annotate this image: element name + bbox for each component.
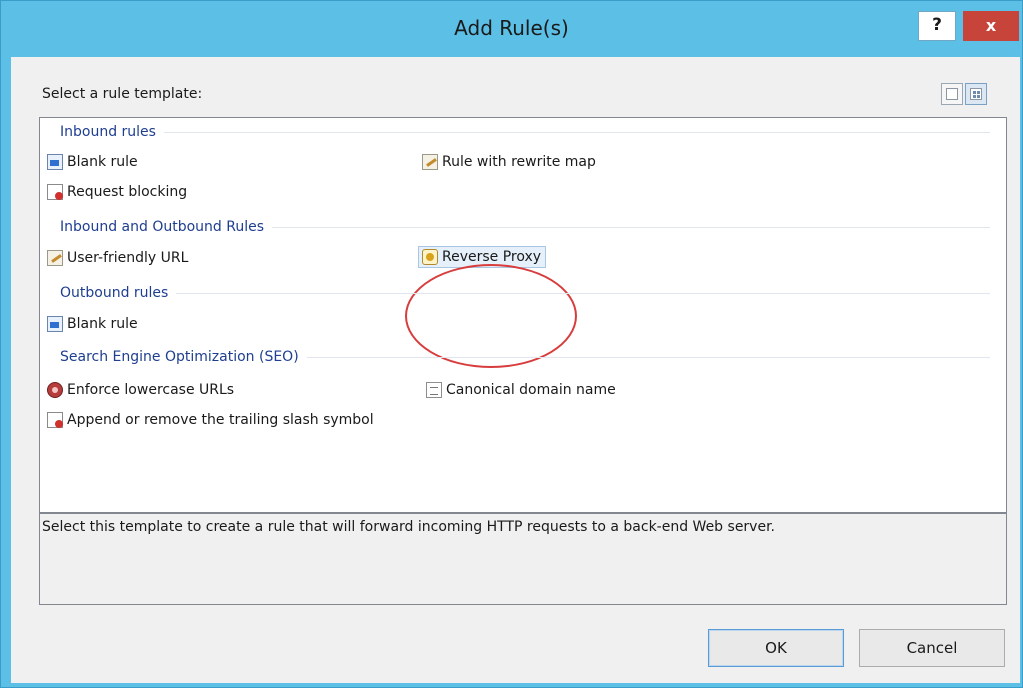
group-divider: [306, 356, 990, 358]
cancel-button[interactable]: Cancel: [859, 629, 1005, 667]
template-label: User-friendly URL: [67, 250, 189, 266]
rule-template-list[interactable]: Inbound rules Blank rule Rule with rewri…: [39, 117, 1007, 513]
group-divider: [163, 131, 990, 133]
list-view-icon: [946, 88, 958, 100]
tile-view-icon: [970, 88, 982, 100]
group-header-inbound: Inbound rules: [60, 124, 990, 140]
template-label: Rule with rewrite map: [442, 154, 596, 170]
template-label: Request blocking: [67, 184, 188, 200]
inbound-rule-icon: [47, 154, 63, 170]
group-header-label: Inbound rules: [60, 124, 156, 140]
template-user-friendly-url[interactable]: User-friendly URL: [47, 250, 188, 266]
dialog-title: Add Rule(s): [454, 16, 569, 40]
template-label: Enforce lowercase URLs: [67, 382, 235, 398]
reverse-proxy-icon: [422, 249, 438, 265]
outbound-rule-icon: [47, 316, 63, 332]
template-label: Blank rule: [67, 316, 138, 332]
group-header-label: Outbound rules: [60, 285, 169, 301]
rewrite-map-icon: [422, 154, 438, 170]
template-description-panel: Select this template to create a rule th…: [39, 513, 1007, 605]
group-header-label: Search Engine Optimization (SEO): [60, 349, 299, 365]
group-header-inbound-outbound: Inbound and Outbound Rules: [60, 219, 990, 235]
title-bar[interactable]: Add Rule(s) ? x: [1, 1, 1022, 57]
group-header-outbound: Outbound rules: [60, 285, 990, 301]
close-button[interactable]: x: [963, 11, 1019, 41]
group-divider: [272, 226, 990, 228]
template-enforce-lowercase-urls[interactable]: Enforce lowercase URLs: [47, 382, 234, 398]
user-friendly-url-icon: [47, 250, 63, 266]
template-request-blocking[interactable]: Request blocking: [47, 184, 187, 200]
template-rule-with-rewrite-map[interactable]: Rule with rewrite map: [422, 154, 596, 170]
canonical-domain-icon: [426, 382, 442, 398]
template-prompt: Select a rule template:: [42, 86, 203, 102]
template-canonical-domain-name[interactable]: Canonical domain name: [426, 382, 616, 398]
group-header-seo: Search Engine Optimization (SEO): [60, 349, 990, 365]
request-blocking-icon: [47, 184, 63, 200]
ok-button[interactable]: OK: [708, 629, 844, 667]
group-divider: [176, 292, 990, 294]
enforce-lowercase-icon: [47, 382, 63, 398]
group-header-label: Inbound and Outbound Rules: [60, 219, 265, 235]
template-blank-rule-outbound[interactable]: Blank rule: [47, 316, 138, 332]
template-trailing-slash[interactable]: Append or remove the trailing slash symb…: [47, 412, 374, 428]
trailing-slash-icon: [47, 412, 63, 428]
dialog-body: Select a rule template: Inbound rules Bl…: [11, 57, 1020, 683]
list-view-button[interactable]: [941, 83, 963, 105]
template-blank-rule-inbound[interactable]: Blank rule: [47, 154, 138, 170]
template-label: Canonical domain name: [446, 382, 616, 398]
template-label: Reverse Proxy: [442, 249, 542, 265]
template-label: Blank rule: [67, 154, 138, 170]
template-label: Append or remove the trailing slash symb…: [67, 412, 374, 428]
help-button[interactable]: ?: [918, 11, 956, 41]
add-rules-dialog: Add Rule(s) ? x Select a rule template: …: [0, 0, 1023, 688]
template-description-text: Select this template to create a rule th…: [42, 519, 776, 535]
tile-view-button[interactable]: [965, 83, 987, 105]
